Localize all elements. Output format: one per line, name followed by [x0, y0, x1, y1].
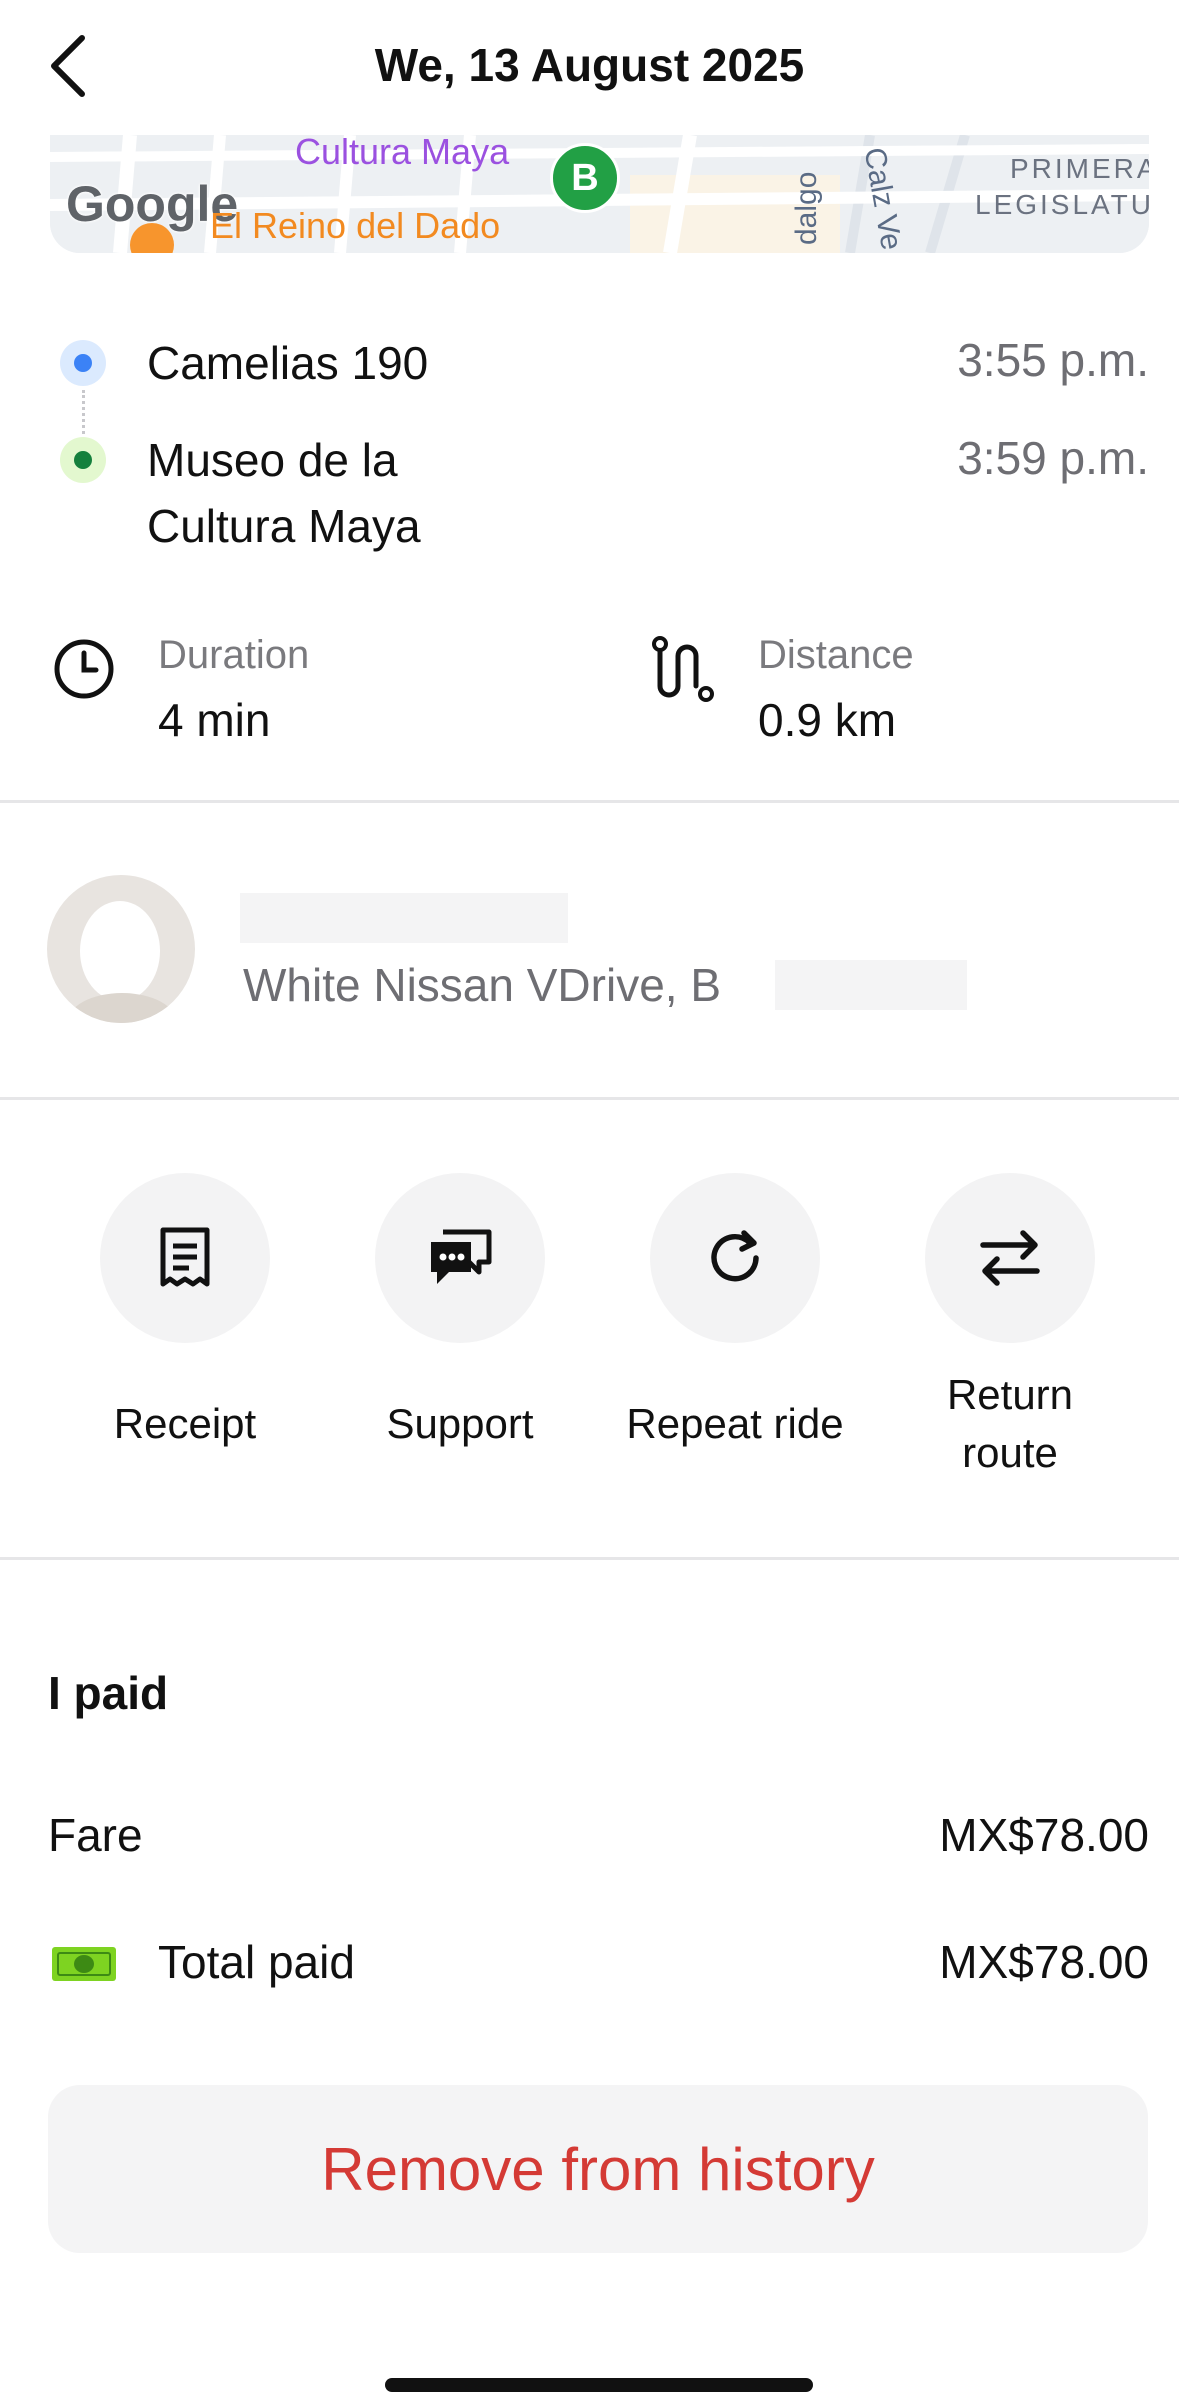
swap-arrows-icon [980, 1230, 1040, 1286]
page-title: We, 13 August 2025 [374, 39, 805, 91]
pickup-marker-icon [60, 340, 106, 386]
return-route-label-line1: Return [946, 1371, 1074, 1418]
chat-support-icon [431, 1229, 492, 1284]
return-route-button[interactable] [925, 1173, 1095, 1343]
map-area-line1: PRIMERA [1010, 153, 1149, 184]
support-button[interactable] [375, 1173, 545, 1343]
divider [0, 800, 1179, 803]
return-route-label[interactable]: Return route [880, 1366, 1140, 1482]
divider [0, 1557, 1179, 1560]
remove-from-history-button[interactable]: Remove from history [48, 2085, 1148, 2253]
repeat-ride-label[interactable]: Repeat ride [605, 1395, 865, 1453]
dropoff-address-line1: Museo de la [147, 434, 398, 486]
destination-marker: B [550, 143, 620, 213]
total-paid-value: MX$78.00 [939, 1936, 1149, 1988]
map-street-hidalgo: dalgo [790, 171, 823, 245]
receipt-icon [160, 1227, 210, 1287]
clock-icon [54, 639, 114, 699]
pickup-address: Camelias 190 [147, 337, 429, 389]
plate-redacted [775, 960, 967, 1010]
vehicle-info: White Nissan VDrive, B [243, 959, 722, 1011]
map-poi-reino: El Reino del Dado [210, 205, 501, 246]
duration-caption: Duration [158, 633, 310, 677]
home-indicator [385, 2378, 813, 2392]
receipt-button[interactable] [100, 1173, 270, 1343]
distance-value: 0.9 km [758, 694, 897, 746]
fare-label: Fare [48, 1809, 143, 1861]
dropoff-time: 3:59 p.m. [957, 432, 1149, 484]
return-route-label-line2: route [962, 1429, 1058, 1476]
cash-icon [52, 1947, 116, 1981]
support-label[interactable]: Support [330, 1395, 590, 1453]
duration-value: 4 min [158, 694, 271, 746]
map-poi-cultura: Cultura Maya [295, 135, 510, 172]
route-map[interactable]: Cultura Maya B Google El Reino del Dado … [50, 135, 1149, 253]
route-connector [82, 390, 85, 434]
actions-row: Receipt Support Repeat ride Return route [0, 1160, 1179, 1500]
dropoff-marker-icon [60, 437, 106, 483]
receipt-label[interactable]: Receipt [55, 1395, 315, 1453]
payment-section-title: I paid [48, 1667, 169, 1719]
repeat-ride-button[interactable] [650, 1173, 820, 1343]
refresh-icon [711, 1230, 759, 1282]
dropoff-address-line2: Cultura Maya [147, 500, 421, 552]
map-area-line2: LEGISLATU [975, 189, 1149, 220]
distance-caption: Distance [758, 633, 914, 677]
total-paid-label: Total paid [158, 1936, 355, 1988]
driver-name-redacted [240, 893, 568, 943]
driver-avatar [47, 875, 195, 1023]
pickup-time: 3:55 p.m. [957, 334, 1149, 386]
fare-value: MX$78.00 [939, 1809, 1149, 1861]
route-distance-icon [652, 636, 714, 702]
divider [0, 1097, 1179, 1100]
